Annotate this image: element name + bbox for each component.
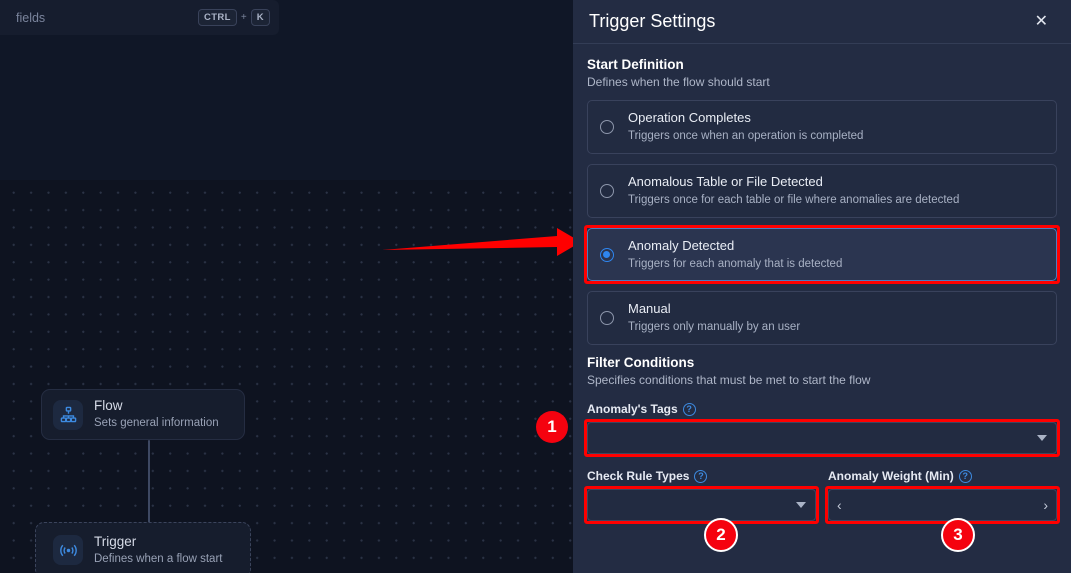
option-title: Operation Completes bbox=[628, 110, 751, 125]
check-rule-types-label-text: Check Rule Types bbox=[587, 469, 690, 484]
search-bar[interactable]: fields CTRL + K bbox=[0, 0, 279, 35]
panel-header: Trigger Settings ✕ bbox=[573, 0, 1071, 44]
chevron-left-icon[interactable]: ‹ bbox=[837, 498, 842, 512]
start-definition-heading: Start Definition bbox=[587, 57, 684, 72]
shortcut-plus: + bbox=[240, 12, 247, 23]
filter-conditions-heading: Filter Conditions bbox=[587, 355, 695, 371]
start-definition-subtitle: Defines when the flow should start bbox=[587, 75, 770, 89]
annotation-badge-1: 1 bbox=[536, 411, 568, 443]
filter-conditions-subtitle: Specifies conditions that must be met to… bbox=[587, 373, 871, 388]
annotation-badge-2: 2 bbox=[704, 518, 738, 552]
option-title: Anomalous Table or File Detected bbox=[628, 173, 823, 189]
flow-node[interactable]: Flow Sets general information bbox=[41, 389, 245, 440]
check-rule-types-select[interactable] bbox=[587, 489, 816, 522]
trigger-node[interactable]: Trigger Defines when a flow start bbox=[35, 522, 251, 573]
annotation-arrow-icon bbox=[382, 228, 573, 256]
close-icon[interactable]: ✕ bbox=[1030, 10, 1053, 34]
radio-manual[interactable] bbox=[600, 311, 614, 326]
option-anomalous-table-or-file-detected[interactable]: Anomalous Table or File Detected Trigger… bbox=[587, 163, 1057, 218]
option-title: Anomaly Detected bbox=[628, 237, 735, 253]
help-icon[interactable]: ? bbox=[694, 469, 708, 483]
chevron-down-icon[interactable] bbox=[796, 502, 806, 509]
anomaly-tags-label-text: Anomaly's Tags bbox=[587, 402, 678, 417]
flow-node-title: Flow bbox=[94, 398, 123, 414]
search-input[interactable]: fields bbox=[16, 11, 198, 25]
radio-operation-completes[interactable] bbox=[600, 119, 614, 134]
radio-anomaly-detected[interactable] bbox=[600, 247, 614, 262]
anomaly-weight-stepper[interactable]: ‹ › bbox=[828, 489, 1057, 522]
page-title: Trigger Settings bbox=[589, 11, 716, 31]
option-title: Manual bbox=[628, 301, 671, 317]
option-description: Triggers for each anomaly that is detect… bbox=[628, 257, 843, 270]
chevron-down-icon[interactable] bbox=[1037, 435, 1047, 442]
option-anomaly-detected[interactable]: Anomaly Detected Triggers for each anoma… bbox=[587, 227, 1057, 282]
annotation-badge-3: 3 bbox=[941, 518, 975, 552]
option-description: Triggers once for each table or file whe… bbox=[628, 193, 960, 206]
highlight-anomaly-tags bbox=[584, 419, 1060, 458]
highlight-check-rule-types bbox=[584, 486, 819, 525]
check-rule-types-label: Check Rule Types ? bbox=[587, 469, 816, 483]
broadcast-icon bbox=[53, 535, 83, 565]
trigger-node-title: Trigger bbox=[94, 533, 137, 549]
anomaly-tags-label: Anomaly's Tags ? bbox=[587, 402, 1057, 416]
highlight-anomaly-weight: ‹ › bbox=[825, 486, 1060, 525]
shortcut-key-k: K bbox=[250, 8, 270, 27]
flow-canvas[interactable]: fields CTRL + K Flow Sets general inform… bbox=[0, 0, 573, 573]
option-description: Triggers only manually by an user bbox=[628, 321, 801, 334]
shortcut-key-ctrl: CTRL bbox=[197, 8, 237, 27]
highlight-anomaly-detected: Anomaly Detected Triggers for each anoma… bbox=[584, 224, 1060, 285]
help-icon[interactable]: ? bbox=[682, 402, 696, 416]
trigger-settings-panel: Trigger Settings ✕ Start Definition Defi… bbox=[573, 0, 1071, 573]
start-definition-options: Operation Completes Triggers once when a… bbox=[584, 100, 1060, 346]
option-description: Triggers once when an operation is compl… bbox=[628, 129, 864, 142]
trigger-node-subtitle: Defines when a flow start bbox=[94, 552, 223, 565]
flow-node-subtitle: Sets general information bbox=[94, 417, 219, 430]
anomaly-weight-label-text: Anomaly Weight (Min) bbox=[828, 469, 954, 484]
sitemap-icon bbox=[53, 399, 83, 430]
help-icon[interactable]: ? bbox=[958, 469, 972, 483]
option-manual[interactable]: Manual Triggers only manually by an user bbox=[587, 291, 1057, 346]
radio-anomalous-table-or-file-detected[interactable] bbox=[600, 183, 614, 198]
anomaly-tags-select[interactable] bbox=[587, 422, 1057, 455]
chevron-right-icon[interactable]: › bbox=[1043, 498, 1048, 512]
anomaly-weight-label: Anomaly Weight (Min) ? bbox=[828, 469, 1057, 483]
option-operation-completes[interactable]: Operation Completes Triggers once when a… bbox=[587, 100, 1057, 154]
